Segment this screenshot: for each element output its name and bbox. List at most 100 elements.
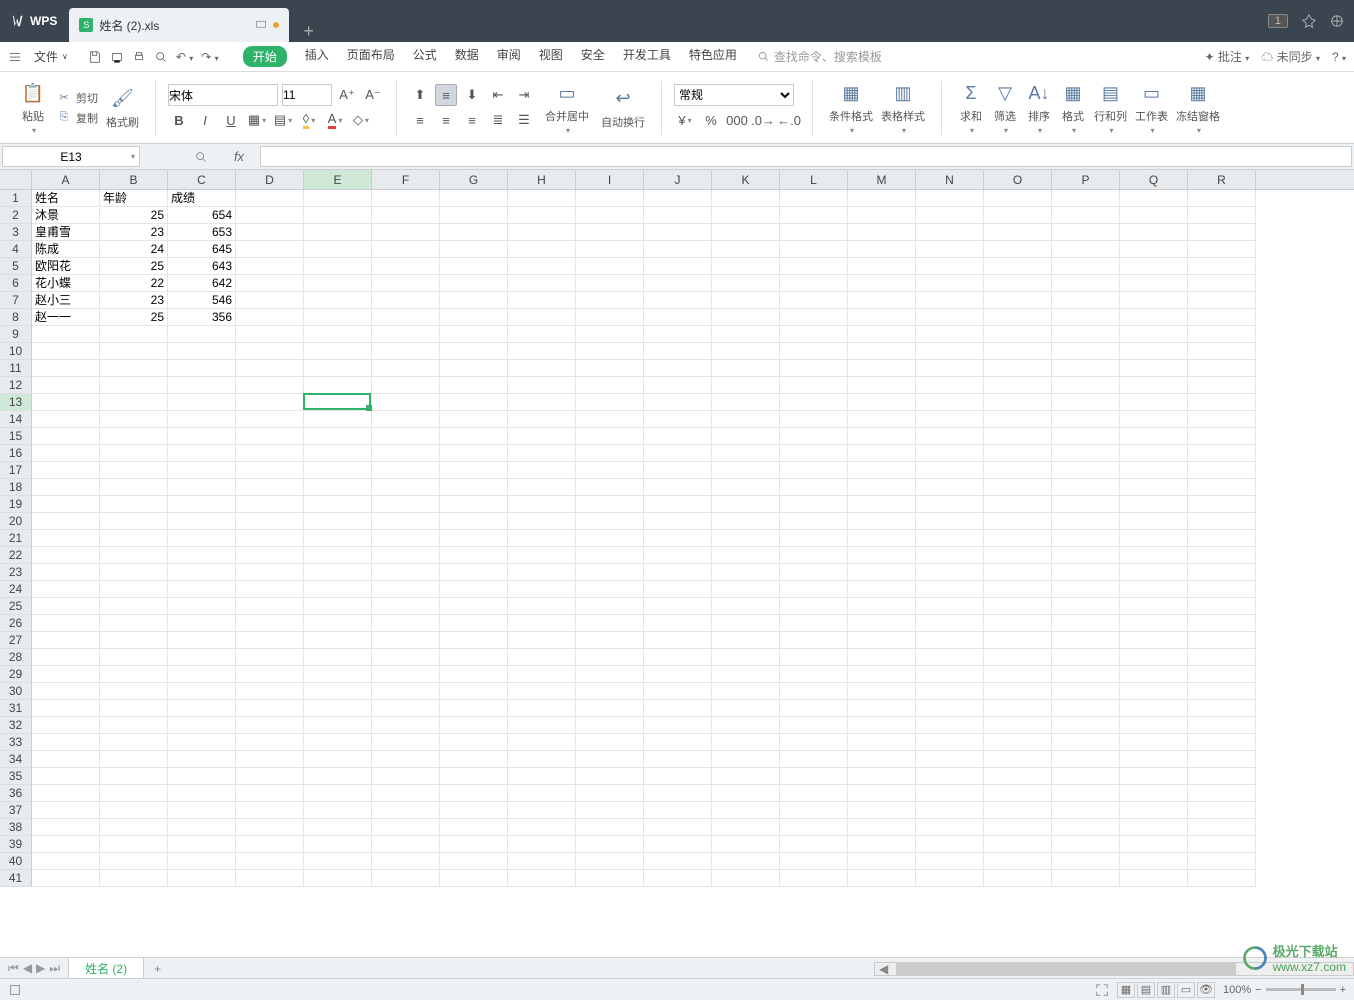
- cell[interactable]: 643: [168, 258, 236, 275]
- cell[interactable]: [236, 496, 304, 513]
- cell[interactable]: [1120, 411, 1188, 428]
- cell[interactable]: [372, 207, 440, 224]
- cell[interactable]: [1120, 343, 1188, 360]
- cell[interactable]: [100, 445, 168, 462]
- cell[interactable]: [1052, 326, 1120, 343]
- cell[interactable]: [644, 479, 712, 496]
- cell[interactable]: [304, 275, 372, 292]
- zoom-out-button[interactable]: −: [1255, 984, 1261, 996]
- cell[interactable]: [1052, 224, 1120, 241]
- cell[interactable]: [32, 479, 100, 496]
- col-header-F[interactable]: F: [372, 170, 440, 189]
- cell[interactable]: [372, 768, 440, 785]
- cell[interactable]: [984, 683, 1052, 700]
- cell[interactable]: [1188, 547, 1256, 564]
- font-color-button[interactable]: A: [324, 109, 346, 131]
- row-header-4[interactable]: 4: [0, 241, 32, 258]
- sort-button[interactable]: A↓排序: [1022, 78, 1056, 137]
- cell[interactable]: [848, 292, 916, 309]
- cell[interactable]: [984, 326, 1052, 343]
- cell[interactable]: [984, 802, 1052, 819]
- undo-button[interactable]: ↶ ▾: [176, 50, 193, 64]
- cell[interactable]: [1188, 819, 1256, 836]
- cell[interactable]: [712, 241, 780, 258]
- cell[interactable]: [712, 649, 780, 666]
- cell[interactable]: [984, 224, 1052, 241]
- cell[interactable]: [304, 717, 372, 734]
- cell[interactable]: [916, 717, 984, 734]
- cell[interactable]: [848, 564, 916, 581]
- col-header-I[interactable]: I: [576, 170, 644, 189]
- cell[interactable]: [916, 462, 984, 479]
- cell[interactable]: [644, 598, 712, 615]
- cell[interactable]: [440, 564, 508, 581]
- cell[interactable]: [984, 870, 1052, 887]
- cell[interactable]: [372, 598, 440, 615]
- zoom-slider[interactable]: [1266, 988, 1336, 991]
- cell[interactable]: [848, 411, 916, 428]
- cell[interactable]: [984, 768, 1052, 785]
- cell[interactable]: [916, 802, 984, 819]
- cell[interactable]: [508, 241, 576, 258]
- cell[interactable]: [372, 751, 440, 768]
- cell[interactable]: [576, 394, 644, 411]
- cell[interactable]: [916, 870, 984, 887]
- cell[interactable]: [712, 377, 780, 394]
- percent-button[interactable]: %: [700, 109, 722, 131]
- cell[interactable]: [644, 785, 712, 802]
- cell[interactable]: [304, 785, 372, 802]
- cell[interactable]: [780, 292, 848, 309]
- cell[interactable]: [576, 241, 644, 258]
- cell[interactable]: [576, 598, 644, 615]
- cell[interactable]: 546: [168, 292, 236, 309]
- cell[interactable]: [712, 564, 780, 581]
- cell[interactable]: [304, 836, 372, 853]
- row-header-8[interactable]: 8: [0, 309, 32, 326]
- cell[interactable]: [304, 241, 372, 258]
- cell[interactable]: [916, 241, 984, 258]
- cell[interactable]: [508, 581, 576, 598]
- cell[interactable]: [508, 343, 576, 360]
- row-header-36[interactable]: 36: [0, 785, 32, 802]
- cell[interactable]: [508, 258, 576, 275]
- cell[interactable]: [712, 768, 780, 785]
- cell[interactable]: [848, 768, 916, 785]
- cell[interactable]: [1052, 683, 1120, 700]
- cell[interactable]: [508, 547, 576, 564]
- worksheet-button[interactable]: ▭工作表: [1131, 78, 1172, 137]
- cell[interactable]: [644, 853, 712, 870]
- cell[interactable]: [100, 547, 168, 564]
- cell[interactable]: [508, 666, 576, 683]
- cell[interactable]: [236, 632, 304, 649]
- cell[interactable]: [712, 411, 780, 428]
- cell[interactable]: [848, 462, 916, 479]
- cell[interactable]: [984, 615, 1052, 632]
- fill-color-button[interactable]: ◊: [298, 109, 320, 131]
- cell[interactable]: [508, 292, 576, 309]
- cell[interactable]: [440, 717, 508, 734]
- cell[interactable]: [780, 819, 848, 836]
- cell[interactable]: [372, 819, 440, 836]
- cell[interactable]: [1188, 700, 1256, 717]
- cell[interactable]: [984, 734, 1052, 751]
- cell[interactable]: [168, 394, 236, 411]
- cell[interactable]: [1052, 343, 1120, 360]
- cell[interactable]: [440, 309, 508, 326]
- cell[interactable]: [1120, 258, 1188, 275]
- cell[interactable]: [100, 496, 168, 513]
- cell[interactable]: [984, 309, 1052, 326]
- cell[interactable]: [100, 360, 168, 377]
- page-break-button[interactable]: ▥: [1157, 982, 1175, 998]
- cell[interactable]: [780, 547, 848, 564]
- cell[interactable]: [712, 513, 780, 530]
- cell[interactable]: [1120, 598, 1188, 615]
- cell[interactable]: [712, 836, 780, 853]
- cell[interactable]: [780, 513, 848, 530]
- cell[interactable]: [848, 258, 916, 275]
- cell[interactable]: [780, 445, 848, 462]
- cell[interactable]: [1120, 496, 1188, 513]
- cell[interactable]: [1120, 564, 1188, 581]
- cell[interactable]: [1188, 870, 1256, 887]
- cell[interactable]: [848, 241, 916, 258]
- cell[interactable]: [236, 394, 304, 411]
